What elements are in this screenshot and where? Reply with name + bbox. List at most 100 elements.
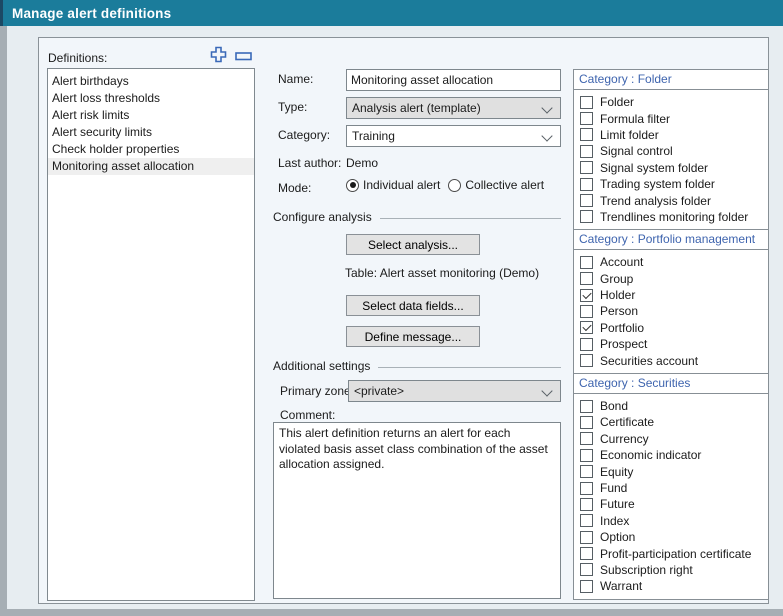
- category-checkbox-row[interactable]: Fund: [574, 480, 768, 496]
- definition-item[interactable]: Alert birthdays: [48, 73, 254, 90]
- checkbox-icon[interactable]: [580, 112, 593, 125]
- section-divider: [380, 218, 561, 219]
- additional-settings-section: Additional settings: [273, 359, 561, 373]
- category-checkbox-row[interactable]: Signal control: [574, 143, 768, 159]
- checkbox-icon[interactable]: [580, 354, 593, 367]
- add-definition-button[interactable]: [210, 46, 227, 63]
- category-checkbox-label: Signal system folder: [600, 161, 708, 175]
- title-bar: Manage alert definitions: [0, 0, 783, 26]
- checkbox-icon[interactable]: [580, 321, 593, 334]
- plus-icon: [210, 46, 227, 63]
- category-checkbox-label: Index: [600, 514, 629, 528]
- category-checkbox-label: Currency: [600, 432, 649, 446]
- checkbox-icon[interactable]: [580, 96, 593, 109]
- definition-item[interactable]: Check holder properties: [48, 141, 254, 158]
- last-author-value: Demo: [346, 156, 378, 170]
- category-checkbox-label: Account: [600, 255, 643, 269]
- checkbox-icon[interactable]: [580, 128, 593, 141]
- checkbox-icon[interactable]: [580, 289, 593, 302]
- category-checkbox-row[interactable]: Economic indicator: [574, 447, 768, 463]
- select-analysis-button[interactable]: Select analysis...: [346, 234, 480, 255]
- definition-item[interactable]: Alert security limits: [48, 124, 254, 141]
- last-author-label: Last author:: [278, 156, 341, 170]
- checkbox-icon[interactable]: [580, 145, 593, 158]
- category-checkbox-row[interactable]: Limit folder: [574, 127, 768, 143]
- primary-zone-label: Primary zone:: [280, 384, 354, 398]
- checkbox-icon[interactable]: [580, 210, 593, 223]
- radio-icon[interactable]: [346, 179, 359, 192]
- mode-radio-option[interactable]: Collective alert: [448, 178, 544, 192]
- category-checkbox-label: Option: [600, 530, 635, 544]
- category-checkbox-row[interactable]: Currency: [574, 431, 768, 447]
- definition-item[interactable]: Alert loss thresholds: [48, 90, 254, 107]
- category-group-header: Category : Folder: [573, 69, 769, 90]
- type-select[interactable]: Analysis alert (template): [346, 97, 561, 119]
- category-checkbox-row[interactable]: Certificate: [574, 414, 768, 430]
- checkbox-icon[interactable]: [580, 563, 593, 576]
- category-checkbox-row[interactable]: Future: [574, 496, 768, 512]
- mode-label: Mode:: [278, 181, 311, 195]
- category-checkbox-row[interactable]: Option: [574, 529, 768, 545]
- category-checkbox-row[interactable]: Holder: [574, 287, 768, 303]
- main-panel: Definitions: Alert birthdaysAlert loss t…: [38, 37, 769, 604]
- category-checkbox-row[interactable]: Person: [574, 303, 768, 319]
- category-checkbox-row[interactable]: Profit-participation certificate: [574, 545, 768, 561]
- category-checkbox-row[interactable]: Equity: [574, 463, 768, 479]
- category-checkbox-row[interactable]: Formula filter: [574, 110, 768, 126]
- chevron-down-icon: [541, 102, 552, 113]
- select-data-fields-button[interactable]: Select data fields...: [346, 295, 480, 316]
- definition-item[interactable]: Monitoring asset allocation: [48, 158, 254, 175]
- checkbox-icon[interactable]: [580, 194, 593, 207]
- category-checkbox-row[interactable]: Folder: [574, 94, 768, 110]
- category-checkbox-row[interactable]: Trading system folder: [574, 176, 768, 192]
- checkbox-icon[interactable]: [580, 272, 593, 285]
- checkbox-icon[interactable]: [580, 400, 593, 413]
- category-checkbox-row[interactable]: Signal system folder: [574, 160, 768, 176]
- checkbox-icon[interactable]: [580, 338, 593, 351]
- category-checkbox-row[interactable]: Index: [574, 513, 768, 529]
- name-label: Name:: [278, 72, 313, 86]
- category-checkbox-row[interactable]: Trend analysis folder: [574, 192, 768, 208]
- checkbox-icon[interactable]: [580, 498, 593, 511]
- define-message-button[interactable]: Define message...: [346, 326, 480, 347]
- category-checkbox-row[interactable]: Bond: [574, 398, 768, 414]
- radio-icon[interactable]: [448, 179, 461, 192]
- category-checkbox-label: Person: [600, 304, 638, 318]
- category-checkbox-row[interactable]: Prospect: [574, 336, 768, 352]
- checkbox-icon[interactable]: [580, 178, 593, 191]
- category-checkbox-row[interactable]: Subscription right: [574, 562, 768, 578]
- checkbox-icon[interactable]: [580, 305, 593, 318]
- checkbox-icon[interactable]: [580, 482, 593, 495]
- category-checkbox-row[interactable]: Group: [574, 271, 768, 287]
- remove-definition-button[interactable]: [235, 52, 252, 61]
- comment-textarea[interactable]: This alert definition returns an alert f…: [273, 422, 561, 599]
- category-checkbox-row[interactable]: Account: [574, 254, 768, 270]
- checkbox-icon[interactable]: [580, 256, 593, 269]
- category-checkbox-row[interactable]: Warrant: [574, 578, 768, 594]
- checkbox-icon[interactable]: [580, 465, 593, 478]
- checkbox-icon[interactable]: [580, 416, 593, 429]
- checkbox-icon[interactable]: [580, 514, 593, 527]
- window-edge-left: [0, 26, 7, 616]
- checkbox-icon[interactable]: [580, 449, 593, 462]
- checkbox-icon[interactable]: [580, 161, 593, 174]
- name-input[interactable]: [346, 69, 561, 91]
- category-checkbox-label: Trading system folder: [600, 177, 715, 191]
- category-checkbox-row[interactable]: Securities account: [574, 352, 768, 368]
- mode-radio-option[interactable]: Individual alert: [346, 178, 440, 192]
- category-checkbox-label: Fund: [600, 481, 627, 495]
- definitions-listbox[interactable]: Alert birthdaysAlert loss thresholdsAler…: [47, 68, 255, 601]
- checkbox-icon[interactable]: [580, 580, 593, 593]
- checkbox-icon[interactable]: [580, 531, 593, 544]
- categories-panel: Category : Folder FolderFormula filterLim…: [573, 69, 769, 600]
- primary-zone-select[interactable]: <private>: [348, 380, 561, 402]
- category-select[interactable]: Training: [346, 125, 561, 147]
- type-select-value: Analysis alert (template): [352, 101, 481, 115]
- checkbox-icon[interactable]: [580, 432, 593, 445]
- checkbox-icon[interactable]: [580, 547, 593, 560]
- definition-item[interactable]: Alert risk limits: [48, 107, 254, 124]
- category-checkbox-label: Trendlines monitoring folder: [600, 210, 748, 224]
- window-edge-bottom: [0, 609, 783, 616]
- category-checkbox-row[interactable]: Portfolio: [574, 320, 768, 336]
- category-checkbox-row[interactable]: Trendlines monitoring folder: [574, 209, 768, 225]
